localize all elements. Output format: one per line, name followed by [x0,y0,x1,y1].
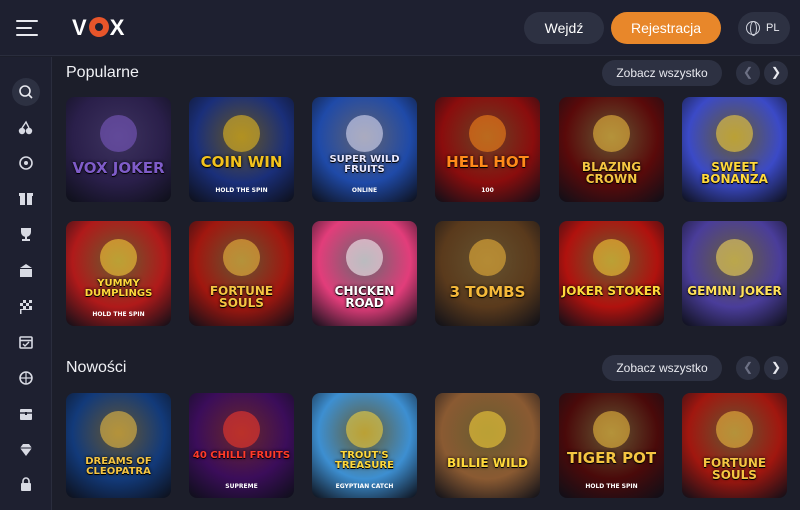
language-selector[interactable]: PL [738,12,790,44]
game-title: JOKER STOKER [561,284,662,298]
language-code: PL [766,22,780,34]
game-emblem-icon [346,411,383,448]
game-title: DREAMS OF CLEOPATRA [85,456,152,477]
game-title: CHICKEN ROAD [334,284,395,310]
treasure-chest-icon[interactable] [12,400,40,428]
game-tile[interactable]: VOX JOKER [66,97,171,202]
see-all-popular-button[interactable]: Zobacz wszystko [602,60,722,86]
game-title: TIGER POT [566,449,657,467]
game-emblem-icon [100,115,137,152]
game-tile[interactable]: HELL HOT 100 [435,97,540,202]
game-emblem-icon [593,115,630,152]
game-title: YUMMY DUMPLINGS [84,278,153,299]
game-emblem-icon [223,115,260,152]
sidebar [0,57,52,510]
globe-icon [746,21,760,36]
game-emblem-icon [716,115,753,152]
game-tile[interactable]: YUMMY DUMPLINGS HOLD THE SPIN [66,221,171,326]
trophy-icon[interactable] [12,220,40,248]
next-arrow-icon[interactable]: ❯ [764,356,788,380]
game-title: VOX JOKER [72,159,165,177]
game-title: COIN WIN [200,153,283,171]
prev-arrow-icon[interactable]: ❮ [736,61,760,85]
game-subtitle: Online [351,187,378,194]
game-subtitle: HOLD THE SPIN [215,187,268,194]
game-emblem-icon [346,239,383,276]
section-title-new: Nowości [66,359,127,376]
game-tile[interactable]: BLAZING CROWN [559,97,664,202]
game-tile[interactable]: GEMINI JOKER [682,221,787,326]
game-title: GEMINI JOKER [687,284,782,298]
game-subtitle: EGYPTIAN CATCH [335,483,394,490]
game-emblem-icon [100,411,137,448]
vox-logo[interactable]: VX [72,15,125,41]
game-tile[interactable]: FORTUNE SOULS [682,393,787,498]
game-title: 40 CHILLI FRUITS [192,450,291,461]
game-emblem-icon [593,411,630,448]
game-tile[interactable]: SWEET BONANZA [682,97,787,202]
gift-icon[interactable] [12,184,40,212]
login-button[interactable]: Wejdź [524,12,604,44]
lock-icon[interactable] [12,470,40,498]
game-title: 3 TOMBS [449,283,526,301]
calendar-icon[interactable] [12,328,40,356]
game-emblem-icon [469,239,506,276]
register-button[interactable]: Rejestracja [611,12,721,44]
sport-ball-icon[interactable] [12,364,40,392]
game-tile[interactable]: 3 TOMBS [435,221,540,326]
diamond-icon[interactable] [12,436,40,464]
game-tile[interactable]: TIGER POT HOLD THE SPIN [559,393,664,498]
game-emblem-icon [223,239,260,276]
prev-arrow-icon[interactable]: ❮ [736,356,760,380]
menu-toggle-icon[interactable] [16,20,38,36]
game-emblem-icon [716,239,753,276]
game-tile[interactable]: TROUT'S TREASURE EGYPTIAN CATCH [312,393,417,498]
game-emblem-icon [593,239,630,276]
game-tile[interactable]: DREAMS OF CLEOPATRA [66,393,171,498]
game-emblem-icon [100,239,137,276]
game-subtitle: 100 [481,187,494,194]
game-subtitle: HOLD THE SPIN [585,483,638,490]
cherries-icon[interactable] [12,114,40,142]
next-arrow-icon[interactable]: ❯ [764,61,788,85]
see-all-new-button[interactable]: Zobacz wszystko [602,355,722,381]
game-title: TROUT'S TREASURE [335,450,394,471]
game-subtitle: Supreme [225,483,258,490]
search-icon[interactable] [12,78,40,106]
game-tile[interactable]: FORTUNE SOULS [189,221,294,326]
game-title: SUPER WILD FRUITS [329,154,400,175]
game-tile[interactable]: 40 CHILLI FRUITS Supreme [189,393,294,498]
section-title-popular: Popularne [66,64,139,81]
game-tile[interactable]: SUPER WILD FRUITS Online [312,97,417,202]
game-title: BLAZING CROWN [581,160,642,186]
game-emblem-icon [716,411,753,448]
game-tile[interactable]: COIN WIN HOLD THE SPIN [189,97,294,202]
game-emblem-icon [346,115,383,152]
game-tile[interactable]: BILLIE WILD [435,393,540,498]
game-title: FORTUNE SOULS [209,284,274,310]
top-header: VX Wejdź Rejestracja PL [0,0,800,56]
game-title: HELL HOT [446,153,529,171]
game-tile[interactable]: CHICKEN ROAD [312,221,417,326]
store-icon[interactable] [12,256,40,284]
game-emblem-icon [469,411,506,448]
game-tile[interactable]: JOKER STOKER [559,221,664,326]
game-emblem-icon [223,411,260,448]
game-title: BILLIE WILD [446,456,529,470]
game-title: FORTUNE SOULS [702,456,767,482]
roulette-icon[interactable] [12,149,40,177]
game-emblem-icon [469,115,506,152]
game-subtitle: HOLD THE SPIN [92,311,145,318]
race-flag-icon[interactable] [12,292,40,320]
game-title: SWEET BONANZA [701,160,768,186]
